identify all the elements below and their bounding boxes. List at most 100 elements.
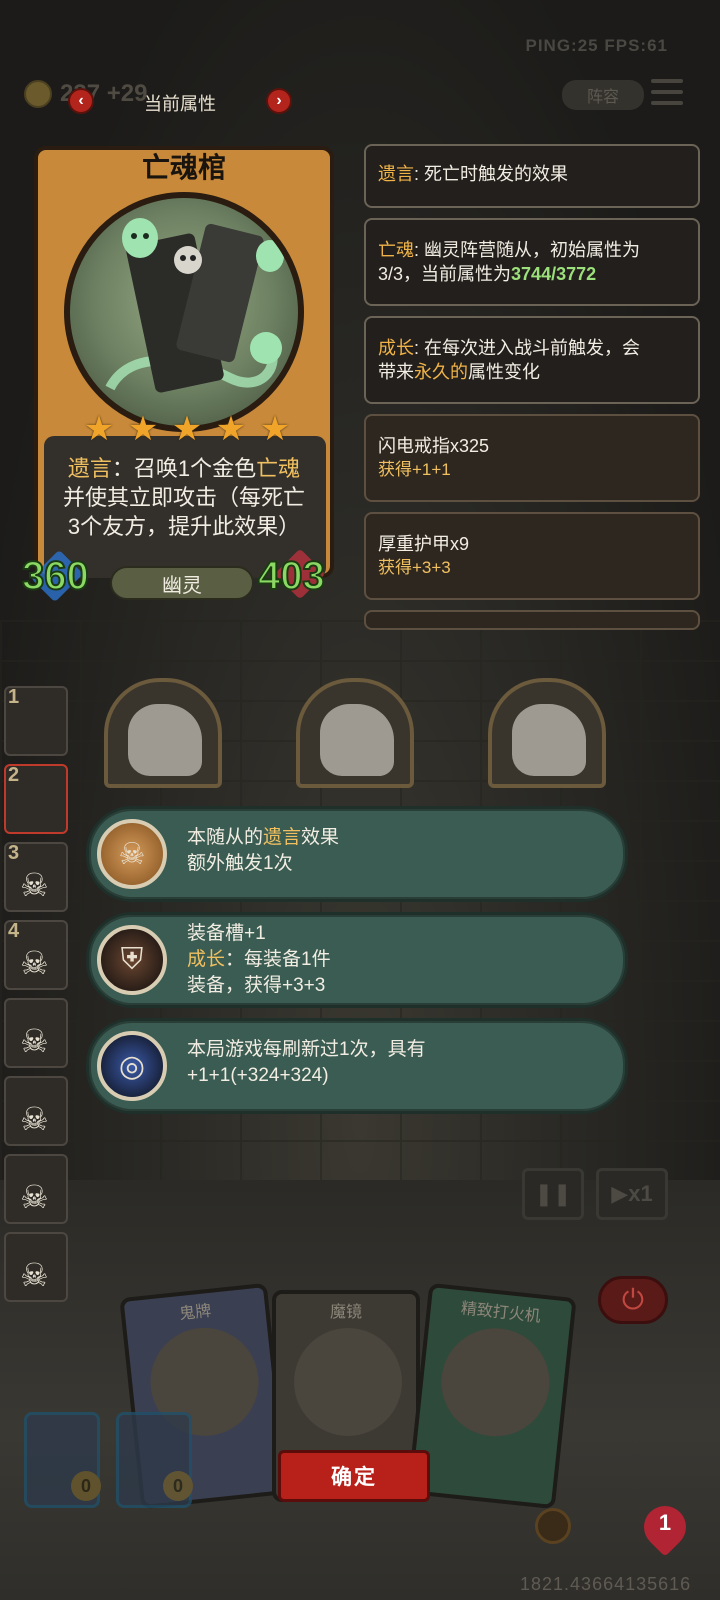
- slot-number: 3: [8, 842, 20, 864]
- star-icon: ★: [215, 410, 247, 448]
- effect-row-equipment-slot: ⛨ 装备槽+1 成长：每装备1件 装备，获得+3+3: [86, 912, 628, 1008]
- star-icon: ★: [259, 410, 291, 448]
- hero-slot-1[interactable]: 0: [24, 1412, 101, 1508]
- keyword-desc: 3/3，当前属性为: [378, 264, 512, 284]
- pause-icon: ❚❚: [534, 1181, 572, 1206]
- keyword-desc: : 死亡时触发的效果: [414, 164, 569, 184]
- star-rating: ★ ★ ★ ★ ★: [82, 412, 292, 446]
- confirm-button[interactable]: 确定: [278, 1450, 430, 1502]
- effect-line: 本随从的: [187, 827, 264, 848]
- gear-bonus: 获得+3+3: [378, 558, 451, 577]
- enemy-minion-slot[interactable]: [104, 678, 222, 788]
- power-icon: ⏻: [621, 1283, 645, 1315]
- tribe-label: 幽灵: [110, 566, 254, 600]
- next-arrow-button[interactable]: ›: [266, 88, 292, 114]
- shield-icon: [535, 1508, 571, 1544]
- gear-item-lightning-ring[interactable]: 闪电戒指x325 获得+1+1: [364, 414, 700, 502]
- lighter-icon: [436, 1322, 555, 1442]
- shop-card-lighter[interactable]: 精致打火机: [407, 1282, 577, 1510]
- enemy-minion-slot[interactable]: [488, 678, 606, 788]
- queue-slot-6[interactable]: ☠: [4, 1076, 68, 1146]
- shop-card-name: 精致打火机: [460, 1300, 542, 1326]
- pause-button[interactable]: ❚❚: [522, 1168, 584, 1220]
- card-name: 亡魂棺: [141, 152, 226, 183]
- slot-number: 4: [8, 920, 20, 942]
- gear-item-heavy-armor[interactable]: 厚重护甲x9 获得+3+3: [364, 512, 700, 600]
- effect-text: 本局游戏每刷新过1次，具有 +1+1(+324+324): [187, 1037, 426, 1089]
- chevron-left-icon: ‹: [78, 92, 84, 109]
- keyword-desc: : 幽灵阵营随从，初始属性为: [414, 240, 641, 260]
- lineup-button[interactable]: 阵容: [562, 80, 644, 110]
- desc-line-2: 并使其立即攻击（每死亡: [62, 485, 305, 510]
- skull-icon: ☠: [20, 1179, 49, 1215]
- prev-arrow-button[interactable]: ‹: [68, 88, 94, 114]
- keyword-deathrattle: 遗言: [67, 456, 112, 481]
- seed-readout: 1821.43664135616: [520, 1574, 692, 1594]
- armor-icon: ⛨: [97, 925, 167, 995]
- effect-row-deathrattle: ☠ 本随从的遗言效果 额外触发1次: [86, 806, 628, 902]
- gear-name: 闪电戒指x325: [378, 436, 490, 456]
- queue-slot-4[interactable]: 4 ☠: [4, 920, 68, 990]
- power-button[interactable]: ⏻: [598, 1276, 668, 1324]
- keyword-soul: 亡魂: [256, 456, 301, 481]
- gear-name: 厚重护甲x9: [378, 534, 470, 554]
- queue-slot-7[interactable]: ☠: [4, 1154, 68, 1224]
- queue-slot-5[interactable]: ☠: [4, 998, 68, 1068]
- fast-forward-icon: ▶: [611, 1181, 629, 1206]
- skull-icon: ☠: [20, 1101, 49, 1137]
- panel-title: 当前属性: [144, 94, 216, 114]
- keyword: 遗言: [378, 164, 414, 184]
- desc-text: ：召唤1个金色: [111, 456, 257, 481]
- queue-slot-8[interactable]: ☠: [4, 1232, 68, 1302]
- keyword-desc: : 在每次进入战斗前触发，会: [414, 338, 641, 358]
- shop-card-name: 魔镜: [329, 1304, 362, 1321]
- card-description: 遗言：召唤1个金色亡魂 并使其立即攻击（每死亡 3个友方，提升此效果）: [46, 454, 322, 541]
- soul-current-stats: 3744/3772: [511, 264, 597, 284]
- queue-slot-3[interactable]: 3 ☠: [4, 842, 68, 912]
- skull-medal-icon: ☠: [97, 819, 167, 889]
- gear-item-partial[interactable]: [364, 610, 700, 630]
- keyword-panel-growth: 成长: 在每次进入战斗前触发，会 带来永久的属性变化: [364, 316, 700, 404]
- speed-label: x1: [628, 1181, 653, 1206]
- attack-value: 360: [21, 553, 90, 599]
- effect-line: 效果: [301, 827, 340, 848]
- star-icon: ★: [83, 410, 115, 448]
- lightning-ring-icon: ◎: [97, 1031, 167, 1101]
- keyword-desc: 属性变化: [468, 362, 540, 382]
- effect-line: 装备，获得+3+3: [187, 975, 326, 996]
- hero-slot-2[interactable]: 0: [116, 1412, 193, 1508]
- queue-slot-1[interactable]: 1: [4, 686, 68, 756]
- queue-slot-2[interactable]: 2: [4, 764, 68, 834]
- slot-number: 2: [8, 764, 20, 786]
- effect-text: 装备槽+1 成长：每装备1件 装备，获得+3+3: [187, 921, 331, 999]
- effect-line: 额外触发1次: [187, 853, 293, 874]
- coffin-ghost-portrait: [64, 192, 304, 432]
- game-screen: PING:25 FPS:61 237 +29 ‹ 当前属性 › 阵容 亡魂棺 ★…: [0, 0, 720, 1600]
- gear-bonus: 获得+1+1: [378, 460, 451, 479]
- keyword-panel-deathrattle: 遗言: 死亡时触发的效果: [364, 144, 700, 208]
- effect-row-refresh-bonus: ◎ 本局游戏每刷新过1次，具有 +1+1(+324+324): [86, 1018, 628, 1114]
- pelican-icon: [320, 704, 394, 776]
- speed-button[interactable]: ▶ x1: [596, 1168, 668, 1220]
- slot-number: 1: [8, 686, 20, 708]
- skull-icon: ☠: [20, 1023, 49, 1059]
- keyword: 成长: [378, 338, 414, 358]
- skull-icon: ☠: [20, 1257, 49, 1293]
- shop-card-name: 鬼牌: [178, 1302, 213, 1324]
- keyword-highlight: 永久的: [414, 362, 468, 382]
- minion-card: 亡魂棺 ★ ★ ★ ★ ★ 遗言：召唤1个金色亡魂 并使其立即攻击（每死亡 3个…: [26, 136, 342, 608]
- menu-button[interactable]: [651, 76, 683, 108]
- coin-icon: [24, 80, 52, 108]
- enemy-minion-slot[interactable]: [296, 678, 414, 788]
- effect-line: ：每装备1件: [225, 949, 331, 970]
- desc-line-3: 3个友方，提升此效果）: [67, 514, 301, 539]
- skull-icon: ☠: [20, 867, 49, 903]
- keyword: 亡魂: [378, 240, 414, 260]
- keyword-panel-soul: 亡魂: 幽灵阵营随从，初始属性为 3/3，当前属性为3744/3772: [364, 218, 700, 306]
- star-icon: ★: [127, 410, 159, 448]
- hero-coin: 0: [163, 1471, 193, 1501]
- star-icon: ★: [171, 410, 203, 448]
- menu-icon: [651, 79, 683, 84]
- pelican-icon: [512, 704, 586, 776]
- keyword-deathrattle: 遗言: [263, 827, 302, 848]
